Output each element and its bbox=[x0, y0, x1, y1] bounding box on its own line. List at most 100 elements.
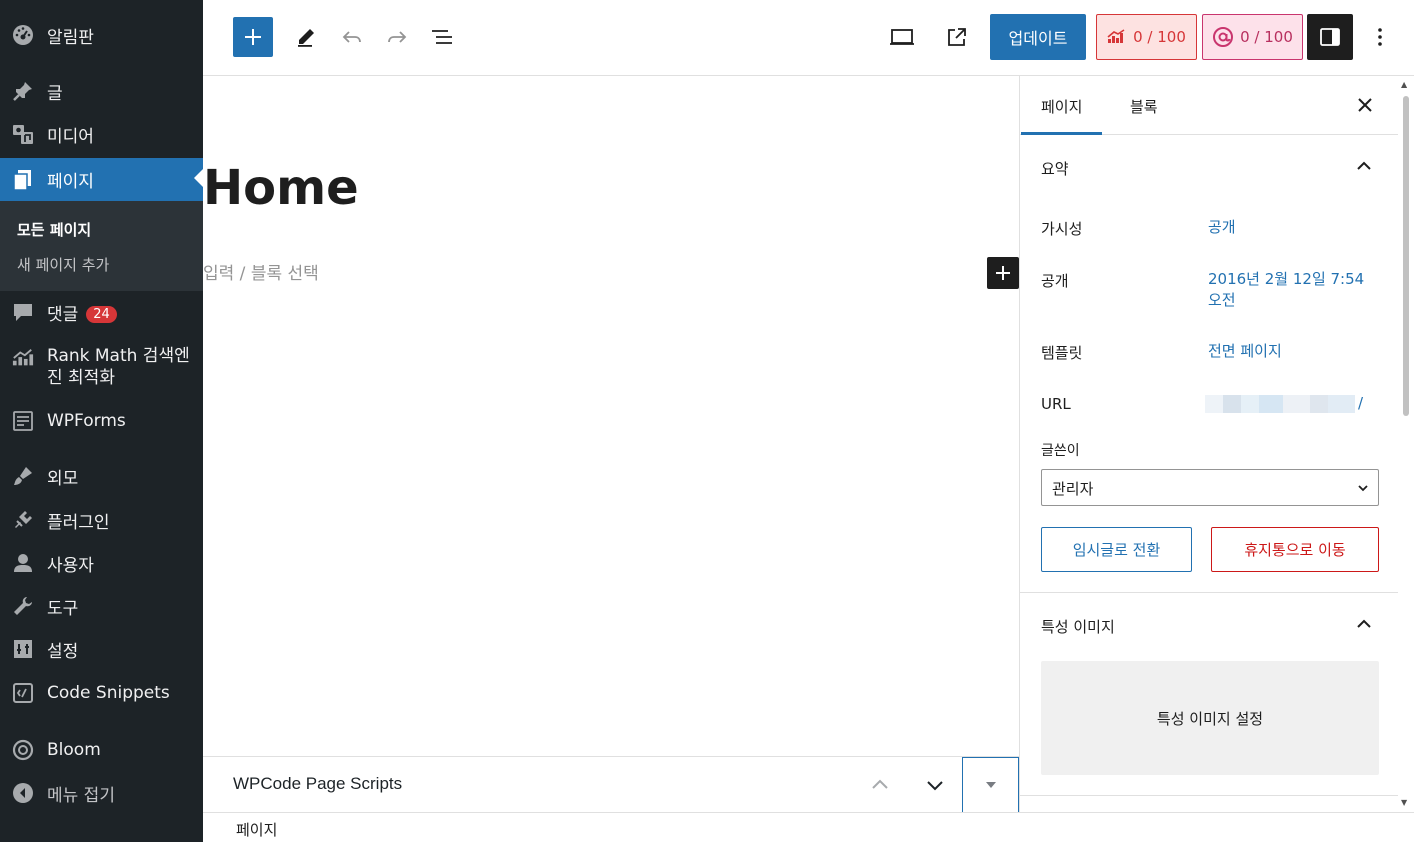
plugin-icon bbox=[12, 509, 34, 531]
plus-icon bbox=[245, 29, 261, 45]
pages-submenu: 모든 페이지 새 페이지 추가 bbox=[0, 201, 203, 291]
external-link-icon bbox=[948, 28, 966, 46]
scroll-thumb[interactable] bbox=[1403, 96, 1409, 416]
rankmath-score-button[interactable]: 0 / 100 bbox=[1096, 14, 1197, 60]
sidebar-item-label: 외모 bbox=[47, 468, 79, 489]
sidebar-item-comments[interactable]: 댓글 24 bbox=[0, 292, 203, 332]
url-value-redacted[interactable] bbox=[1205, 395, 1355, 413]
settings-sidebar: 페이지 블록 요약 가시성 공개 공개 2016년 2월 12일 7:54 오전… bbox=[1019, 76, 1398, 812]
redo-button[interactable] bbox=[382, 22, 412, 52]
tools-button[interactable] bbox=[291, 22, 321, 52]
author-label: 글쓴이 bbox=[1041, 443, 1080, 459]
post-title[interactable]: Home bbox=[203, 160, 359, 216]
sidebar-item-label: 설정 bbox=[47, 641, 79, 662]
pin-icon bbox=[12, 80, 34, 102]
visibility-label: 가시성 bbox=[1041, 220, 1083, 238]
document-overview-button[interactable] bbox=[427, 22, 457, 52]
sidebar-item-label: Code Snippets bbox=[47, 683, 170, 703]
comment-count-badge: 24 bbox=[86, 305, 117, 323]
rankmath-icon bbox=[12, 347, 34, 369]
publish-date-value[interactable]: 2016년 2월 12일 7:54 오전 bbox=[1208, 269, 1378, 311]
comment-icon bbox=[12, 301, 34, 323]
at-sign-icon bbox=[1212, 26, 1234, 48]
visibility-value[interactable]: 공개 bbox=[1208, 217, 1378, 238]
redo-icon bbox=[388, 31, 407, 43]
sidebar-item-label: Bloom bbox=[47, 740, 101, 760]
pages-icon bbox=[12, 169, 34, 191]
sidebar-item-plugins[interactable]: 플러그인 bbox=[0, 500, 203, 540]
sidebar-panel-icon bbox=[1320, 28, 1340, 46]
settings-panel-toggle[interactable] bbox=[1307, 14, 1353, 60]
editor-toolbar: 업데이트 0 / 100 0 / 100 bbox=[203, 0, 1414, 76]
sidebar-item-label: WPForms bbox=[47, 411, 126, 431]
breadcrumb-item[interactable]: 페이지 bbox=[236, 819, 277, 840]
sidebar-item-bloom[interactable]: Bloom bbox=[0, 730, 203, 770]
preview-button[interactable] bbox=[887, 22, 917, 52]
media-icon bbox=[12, 123, 34, 145]
close-settings-button[interactable] bbox=[1353, 93, 1377, 117]
move-to-trash-button[interactable]: 휴지통으로 이동 bbox=[1211, 527, 1379, 572]
brush-icon bbox=[12, 465, 34, 487]
sidebar-item-appearance[interactable]: 외모 bbox=[0, 456, 203, 496]
view-page-button[interactable] bbox=[942, 22, 972, 52]
scroll-down-arrow-icon[interactable]: ▼ bbox=[1401, 798, 1407, 807]
wpcode-metabox: WPCode Page Scripts bbox=[203, 756, 1019, 813]
inline-inserter-button[interactable] bbox=[987, 257, 1019, 289]
chevron-down-icon bbox=[927, 781, 943, 791]
undo-button[interactable] bbox=[337, 22, 367, 52]
sidebar-item-media[interactable]: 미디어 bbox=[0, 114, 203, 154]
sidebar-item-pages[interactable]: 페이지 bbox=[0, 158, 203, 201]
tab-block[interactable]: 블록 bbox=[1130, 96, 1158, 117]
metabox-toggle-button[interactable] bbox=[962, 757, 1019, 813]
undo-icon bbox=[342, 31, 361, 43]
sidebar-item-posts[interactable]: 글 bbox=[0, 71, 203, 111]
sidebar-item-users[interactable]: 사용자 bbox=[0, 543, 203, 583]
caret-down-icon bbox=[985, 782, 996, 788]
featured-image-toggle[interactable] bbox=[1352, 612, 1376, 636]
template-value[interactable]: 전면 페이지 bbox=[1208, 341, 1378, 362]
sidebar-item-rankmath[interactable]: Rank Math 검색엔진 최적화 bbox=[0, 343, 203, 391]
settings-scrollbar[interactable]: ▲ ▼ bbox=[1398, 76, 1414, 812]
sidebar-item-label: 플러그인 bbox=[47, 512, 110, 533]
sidebar-item-code-snippets[interactable]: Code Snippets bbox=[0, 673, 203, 713]
sidebar-item-tools[interactable]: 도구 bbox=[0, 586, 203, 626]
chevron-up-icon bbox=[1357, 619, 1371, 628]
sidebar-item-label: 도구 bbox=[47, 598, 79, 619]
settings-tabs: 페이지 블록 bbox=[1020, 76, 1398, 135]
sidebar-item-dashboard[interactable]: 알림판 bbox=[0, 15, 203, 55]
sidebar-collapse-menu[interactable]: 메뉴 접기 bbox=[0, 773, 203, 813]
divider bbox=[1020, 795, 1398, 796]
block-placeholder[interactable]: 입력 / 블록 선택 bbox=[203, 259, 319, 284]
summary-heading[interactable]: 요약 bbox=[1041, 158, 1069, 179]
pencil-icon bbox=[298, 29, 314, 47]
sidebar-item-settings[interactable]: 설정 bbox=[0, 629, 203, 669]
collapse-icon bbox=[12, 782, 34, 804]
sidebar-item-label: 페이지 bbox=[47, 172, 94, 192]
summary-toggle[interactable] bbox=[1352, 154, 1376, 178]
desktop-icon bbox=[890, 29, 914, 45]
sidebar-item-label: 사용자 bbox=[47, 555, 94, 576]
scroll-up-arrow-icon[interactable]: ▲ bbox=[1401, 80, 1407, 89]
block-inserter-button[interactable] bbox=[233, 17, 273, 57]
publish-label: 공개 bbox=[1041, 272, 1069, 290]
options-menu-button[interactable] bbox=[1365, 22, 1395, 52]
submenu-add-new-page[interactable]: 새 페이지 추가 bbox=[17, 254, 109, 275]
sidebar-item-label: 글 bbox=[47, 83, 63, 104]
url-label: URL bbox=[1041, 395, 1071, 413]
editor-canvas: Home 입력 / 블록 선택 bbox=[203, 76, 1019, 756]
submenu-all-pages[interactable]: 모든 페이지 bbox=[17, 219, 91, 240]
template-label: 템플릿 bbox=[1041, 344, 1083, 362]
author-select[interactable]: 관리자 bbox=[1041, 469, 1379, 506]
content-ai-score-button[interactable]: 0 / 100 bbox=[1202, 14, 1303, 60]
sidebar-item-wpforms[interactable]: WPForms bbox=[0, 401, 203, 441]
sidebar-item-label: Rank Math 검색엔진 최적화 bbox=[47, 346, 190, 388]
tab-page[interactable]: 페이지 bbox=[1020, 96, 1104, 135]
update-button[interactable]: 업데이트 bbox=[990, 14, 1086, 60]
move-up-button[interactable] bbox=[862, 767, 898, 803]
switch-to-draft-button[interactable]: 임시글로 전환 bbox=[1041, 527, 1192, 572]
bloom-icon bbox=[12, 739, 34, 761]
chevron-up-icon bbox=[872, 779, 888, 789]
move-down-button[interactable] bbox=[917, 767, 953, 803]
set-featured-image-button[interactable]: 특성 이미지 설정 bbox=[1041, 661, 1379, 775]
featured-image-heading[interactable]: 특성 이미지 bbox=[1041, 616, 1115, 637]
